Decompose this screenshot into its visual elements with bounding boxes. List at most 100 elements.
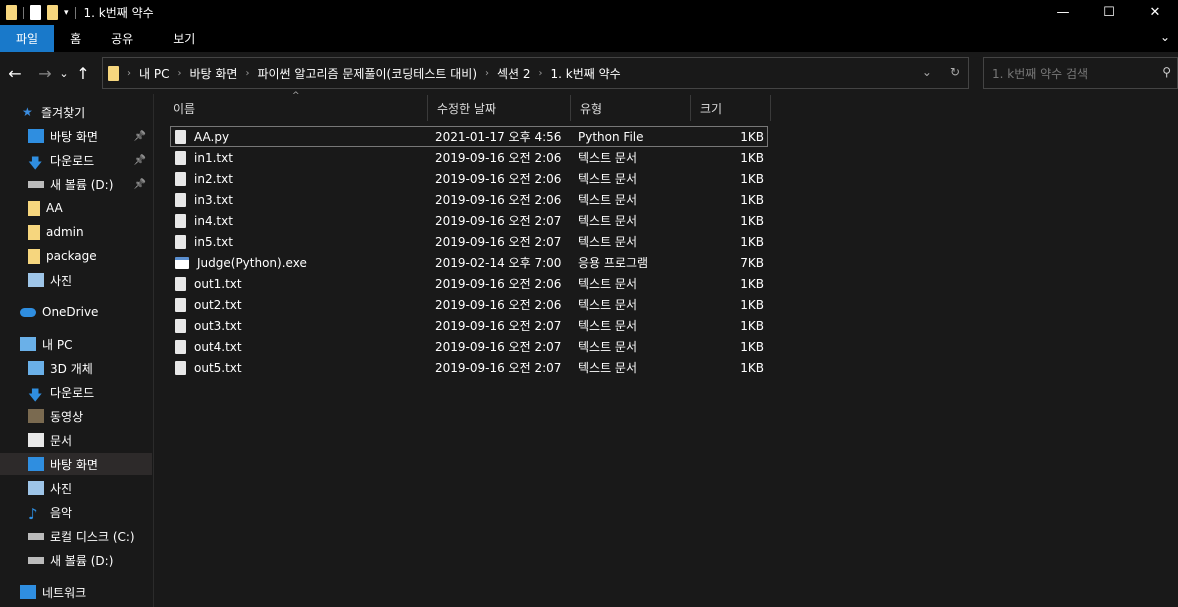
sidebar-item-label: 사진 bbox=[50, 481, 73, 496]
column-header-size[interactable]: 크기 bbox=[691, 95, 771, 121]
file-row[interactable]: out4.txt 2019-09-16 오전 2:07 텍스트 문서 1KB bbox=[170, 336, 768, 357]
file-date: 2019-09-16 오전 2:07 bbox=[435, 214, 562, 228]
search-icon[interactable]: ⚲ bbox=[1162, 65, 1171, 79]
sidebar-item-label: 새 볼륨 (D:) bbox=[50, 177, 114, 192]
text-file-icon bbox=[175, 192, 186, 207]
tab-view[interactable]: 보기 bbox=[149, 25, 211, 52]
file-row[interactable]: in2.txt 2019-09-16 오전 2:06 텍스트 문서 1KB bbox=[170, 168, 768, 189]
chevron-right-icon[interactable]: › bbox=[245, 68, 249, 79]
file-name: in5.txt bbox=[194, 234, 233, 249]
breadcrumb-section[interactable]: 섹션 2 bbox=[497, 65, 531, 82]
chevron-right-icon[interactable]: › bbox=[539, 68, 543, 79]
close-button[interactable]: ✕ bbox=[1132, 0, 1178, 25]
pin-icon[interactable]: 📌 bbox=[134, 155, 146, 166]
properties-icon[interactable] bbox=[30, 5, 41, 20]
sidebar-item[interactable]: 문서 bbox=[0, 429, 152, 451]
sidebar-item[interactable]: admin bbox=[0, 221, 152, 243]
file-row[interactable]: out3.txt 2019-09-16 오전 2:07 텍스트 문서 1KB bbox=[170, 315, 768, 336]
column-header-type[interactable]: 유형 bbox=[571, 95, 691, 121]
back-button[interactable]: ← bbox=[3, 64, 27, 83]
file-row[interactable]: AA.py 2021-01-17 오후 4:56 Python File 1KB bbox=[170, 126, 768, 147]
network-icon bbox=[20, 585, 36, 599]
minimize-button[interactable]: — bbox=[1040, 0, 1086, 25]
breadcrumb-this-pc[interactable]: 내 PC bbox=[139, 65, 169, 82]
sidebar-item[interactable]: 🡇 다운로드 bbox=[0, 381, 152, 405]
tab-home[interactable]: 홈 bbox=[54, 25, 97, 52]
file-row[interactable]: out1.txt 2019-09-16 오전 2:06 텍스트 문서 1KB bbox=[170, 273, 768, 294]
sidebar-item[interactable]: 3D 개체 bbox=[0, 357, 152, 379]
sidebar-item[interactable]: 🡇 다운로드 📌 bbox=[0, 149, 152, 173]
sidebar-item[interactable]: ★ 즐겨찾기 bbox=[0, 101, 152, 123]
sidebar-item[interactable]: 바탕 화면 📌 bbox=[0, 125, 152, 147]
sidebar-item[interactable]: 동영상 bbox=[0, 405, 152, 427]
file-type: 텍스트 문서 bbox=[578, 151, 638, 165]
file-row[interactable]: in4.txt 2019-09-16 오전 2:07 텍스트 문서 1KB bbox=[170, 210, 768, 231]
sidebar-item[interactable]: ♪ 음악 bbox=[0, 501, 152, 523]
sidebar-item-label: 로컬 디스크 (C:) bbox=[50, 529, 135, 544]
folder-icon bbox=[28, 200, 40, 216]
sidebar-item[interactable]: package bbox=[0, 245, 152, 267]
file-row[interactable]: in1.txt 2019-09-16 오전 2:06 텍스트 문서 1KB bbox=[170, 147, 768, 168]
chevron-right-icon[interactable]: › bbox=[177, 68, 181, 79]
breadcrumb-current[interactable]: 1. k번째 약수 bbox=[551, 65, 621, 82]
file-row[interactable]: in3.txt 2019-09-16 오전 2:06 텍스트 문서 1KB bbox=[170, 189, 768, 210]
file-date: 2019-09-16 오전 2:06 bbox=[435, 277, 562, 291]
pin-icon[interactable]: 📌 bbox=[134, 131, 146, 142]
drive-icon bbox=[28, 532, 44, 540]
file-size: 1KB bbox=[740, 192, 764, 207]
text-file-icon bbox=[175, 339, 186, 354]
file-name-cell: AA.py bbox=[171, 129, 428, 144]
sidebar-item[interactable]: 새 볼륨 (D:) bbox=[0, 549, 152, 571]
desktop-icon bbox=[28, 129, 44, 143]
address-dropdown-icon[interactable]: ⌄ bbox=[922, 65, 932, 79]
column-header-date[interactable]: 수정한 날짜 bbox=[428, 95, 571, 121]
sidebar-item[interactable]: 사진 bbox=[0, 477, 152, 499]
recent-locations-button[interactable]: ⌄ bbox=[57, 67, 71, 80]
music-icon: ♪ bbox=[28, 505, 38, 523]
file-size: 1KB bbox=[740, 297, 764, 312]
sidebar-item-label: 네트워크 bbox=[42, 585, 87, 600]
search-input[interactable]: 1. k번째 약수 검색 ⚲ bbox=[983, 57, 1178, 89]
customize-dropdown-icon[interactable]: ▾ bbox=[64, 8, 69, 18]
pane-divider[interactable] bbox=[153, 94, 154, 607]
address-bar[interactable]: › 내 PC › 바탕 화면 › 파이썬 알고리즘 문제풀이(코딩테스트 대비)… bbox=[102, 57, 969, 89]
forward-button[interactable]: → bbox=[33, 64, 57, 83]
tab-file[interactable]: 파일 bbox=[0, 25, 55, 52]
file-type: 텍스트 문서 bbox=[578, 172, 638, 186]
file-name: out1.txt bbox=[194, 276, 242, 291]
sidebar-item[interactable]: 로컬 디스크 (C:) bbox=[0, 525, 152, 547]
chevron-right-icon[interactable]: › bbox=[485, 68, 489, 79]
sidebar-item[interactable]: 네트워크 bbox=[0, 581, 152, 603]
file-name: out2.txt bbox=[194, 297, 242, 312]
breadcrumb-folder[interactable]: 파이썬 알고리즘 문제풀이(코딩테스트 대비) bbox=[257, 65, 477, 82]
up-button[interactable]: ↑ bbox=[71, 64, 95, 83]
file-name: AA.py bbox=[194, 129, 230, 144]
new-folder-icon[interactable] bbox=[47, 5, 58, 20]
file-row[interactable]: Judge(Python).exe 2019-02-14 오후 7:00 응용 … bbox=[170, 252, 768, 273]
file-date: 2019-09-16 오전 2:06 bbox=[435, 151, 562, 165]
sidebar-item[interactable]: 새 볼륨 (D:) 📌 bbox=[0, 173, 152, 195]
cube-icon bbox=[28, 361, 44, 375]
maximize-button[interactable]: ☐ bbox=[1086, 0, 1132, 25]
sidebar-item[interactable]: OneDrive bbox=[0, 301, 152, 323]
file-name-cell: in1.txt bbox=[171, 150, 428, 165]
expand-ribbon-icon[interactable]: ⌄ bbox=[1160, 30, 1170, 44]
tab-share[interactable]: 공유 bbox=[97, 25, 149, 52]
file-row[interactable]: out2.txt 2019-09-16 오전 2:06 텍스트 문서 1KB bbox=[170, 294, 768, 315]
sidebar-item[interactable]: 내 PC bbox=[0, 333, 152, 355]
sidebar-item[interactable]: AA bbox=[0, 197, 152, 219]
file-row[interactable]: out5.txt 2019-09-16 오전 2:07 텍스트 문서 1KB bbox=[170, 357, 768, 378]
file-type: 텍스트 문서 bbox=[578, 193, 638, 207]
breadcrumb-desktop[interactable]: 바탕 화면 bbox=[189, 65, 237, 82]
file-name-cell: out2.txt bbox=[171, 297, 428, 312]
file-row[interactable]: in5.txt 2019-09-16 오전 2:07 텍스트 문서 1KB bbox=[170, 231, 768, 252]
pin-icon[interactable]: 📌 bbox=[134, 179, 146, 190]
drive-icon bbox=[28, 556, 44, 564]
sidebar-item[interactable]: 바탕 화면 bbox=[0, 453, 152, 475]
download-icon: 🡇 bbox=[28, 156, 43, 172]
sidebar-item-label: 다운로드 bbox=[50, 153, 95, 168]
file-type: 텍스트 문서 bbox=[578, 340, 638, 354]
sidebar-item[interactable]: 사진 bbox=[0, 269, 152, 291]
refresh-icon[interactable]: ↻ bbox=[950, 65, 960, 79]
file-date: 2019-02-14 오후 7:00 bbox=[435, 256, 562, 270]
